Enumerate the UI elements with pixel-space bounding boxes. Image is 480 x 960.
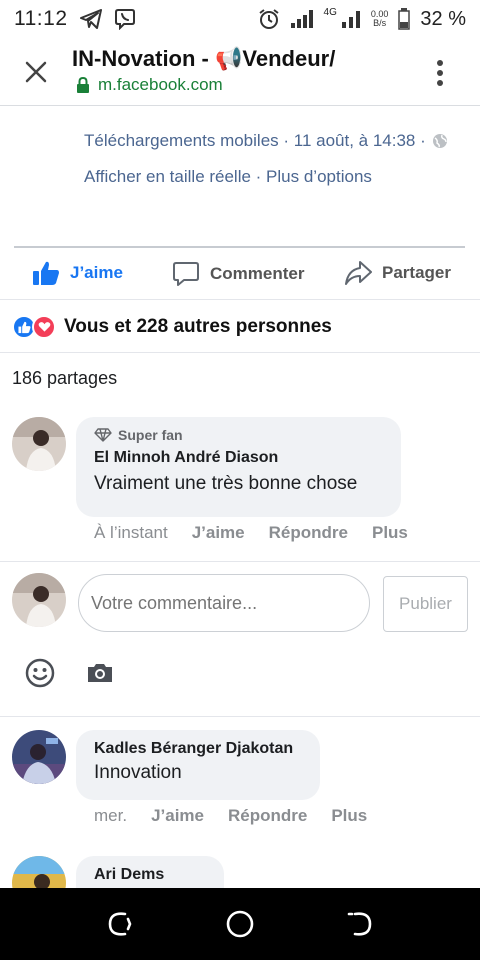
page-title: IN-Novation - 📢Vendeur/ [72,46,336,71]
photo-source-line: Téléchargements mobiles · 11 août, à 14:… [84,131,448,151]
thumbs-up-icon [33,261,59,285]
shares-count[interactable]: 186 partages [12,368,117,389]
divider [14,246,465,248]
share-icon [345,261,372,285]
clock: 11:12 [14,7,68,30]
reactions-summary[interactable]: Vous et 228 autres personnes [12,315,332,339]
battery-icon [398,8,411,30]
comment-like-button[interactable]: J’aime [151,806,204,826]
comment-text: Vraiment une très bonne chose [94,473,358,494]
publish-button[interactable]: Publier [383,576,468,632]
divider [0,561,480,562]
photo-options-line[interactable]: Afficher en taille réelle · Plus d’optio… [84,167,372,187]
love-reaction-icon [32,315,56,339]
composer-avatar [12,573,66,627]
comment-button[interactable]: Commenter [172,260,304,288]
comment-author[interactable]: Kadles Béranger Djakotan [94,740,302,758]
signal-icon-2 [341,11,360,28]
camera-icon[interactable] [85,658,115,688]
comment-more-button[interactable]: Plus [372,523,408,543]
comment-author[interactable]: El Minnoh André Diason [94,449,383,467]
comment-reply-button[interactable]: Répondre [269,523,348,543]
photo-source-text[interactable]: Téléchargements mobiles · 11 août, à 14:… [84,131,426,151]
comment-more-button[interactable]: Plus [331,806,367,826]
lock-icon [77,77,89,93]
close-icon[interactable] [22,58,50,86]
status-bar: 11:12 4G 0.00 B/s 32 % [0,0,480,38]
navigation-bar [0,888,480,960]
back-icon[interactable] [344,908,376,940]
avatar[interactable] [12,730,66,784]
home-icon[interactable] [224,908,256,940]
comment-reply-button[interactable]: Répondre [228,806,307,826]
post-actions: J’aime Commenter Partager [0,250,480,300]
recent-apps-icon[interactable] [104,908,136,940]
more-options-icon[interactable] [432,58,448,88]
url-bar[interactable]: m.facebook.com [76,75,223,95]
divider [0,716,480,717]
data-speed: 0.00 B/s [370,9,389,28]
comment-time: mer. [94,806,128,825]
avatar[interactable] [12,417,66,471]
comment-icon [173,262,199,286]
battery-level: 32 % [420,7,466,30]
comment-text: Innovation [94,762,182,783]
share-button[interactable]: Partager [344,260,451,286]
telegram-icon [79,9,102,29]
url-text: m.facebook.com [98,75,223,94]
signal-icon [290,10,313,28]
comment-time: À l’instant [94,523,168,542]
alarm-icon [258,9,279,29]
comment-label: Commenter [210,264,305,283]
comment-actions: mer. J’aime Répondre Plus [94,806,367,826]
network-type: 4G [323,6,337,18]
comment-input[interactable] [78,574,370,632]
super-fan-badge: Super fan [94,427,383,443]
comment-like-button[interactable]: J’aime [192,523,245,543]
screen: 11:12 4G 0.00 B/s 32 % IN-Novation - 📢Ve… [0,0,480,960]
like-label: J’aime [70,263,123,282]
emoji-icon[interactable] [25,658,55,688]
divider [0,352,480,353]
comment-author[interactable]: Ari Dems [94,866,206,884]
share-label: Partager [382,263,451,282]
reactions-count: Vous et 228 autres personnes [64,316,332,337]
viber-icon [114,9,135,30]
like-button[interactable]: J’aime [32,260,123,286]
globe-icon [432,134,447,148]
comment-actions: À l’instant J’aime Répondre Plus [94,523,408,543]
browser-toolbar: IN-Novation - 📢Vendeur/ m.facebook.com [0,38,480,106]
comment-bubble: Super fan El Minnoh André Diason Vraimen… [76,417,401,517]
comment-bubble: Kadles Béranger Djakotan Innovation [76,730,320,800]
diamond-icon [94,428,112,442]
